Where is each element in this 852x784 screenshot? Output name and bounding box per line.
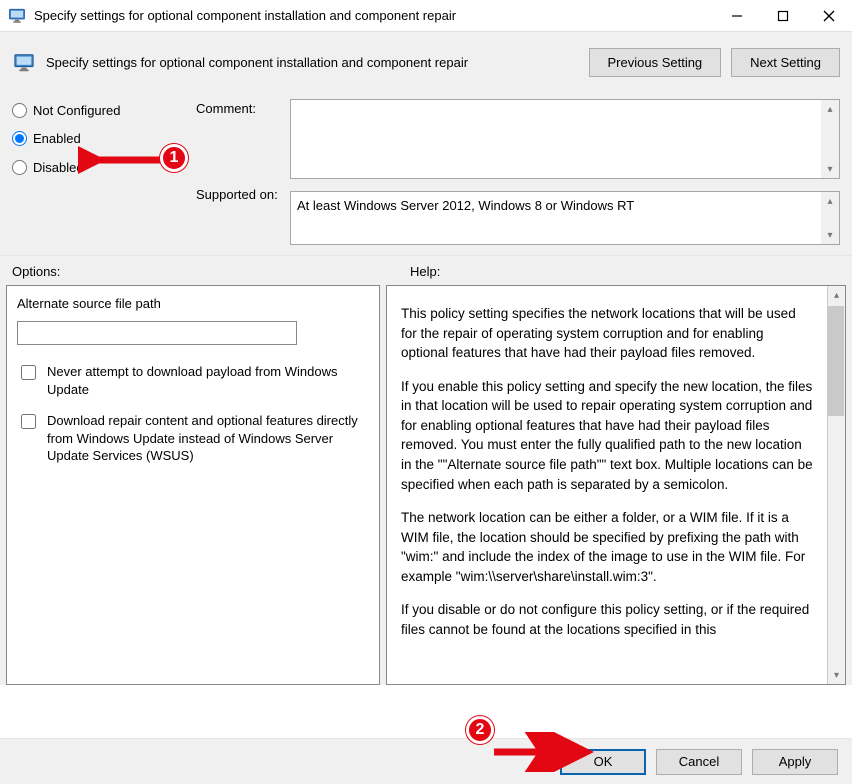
radio-disabled-label: Disabled — [33, 160, 84, 175]
alternate-path-label: Alternate source file path — [17, 296, 369, 311]
scroll-up-icon[interactable]: ▴ — [821, 100, 839, 118]
radio-not-configured-label: Not Configured — [33, 103, 120, 118]
titlebar: Specify settings for optional component … — [0, 0, 852, 32]
window-title: Specify settings for optional component … — [34, 8, 714, 23]
help-section-label: Help: — [382, 264, 840, 279]
maximize-button[interactable] — [760, 0, 806, 31]
comment-label: Comment: — [196, 99, 286, 116]
scroll-up-icon[interactable]: ▴ — [828, 286, 846, 304]
minimize-button[interactable] — [714, 0, 760, 31]
comment-scrollbar[interactable]: ▴ ▾ — [821, 100, 839, 178]
section-labels: Options: Help: — [0, 256, 852, 285]
alternate-path-input[interactable] — [17, 321, 297, 345]
ok-button[interactable]: OK — [560, 749, 646, 775]
supported-on-field: At least Windows Server 2012, Windows 8 … — [290, 191, 840, 245]
radio-enabled-label: Enabled — [33, 131, 81, 146]
scroll-down-icon[interactable]: ▾ — [821, 160, 839, 178]
scroll-up-icon[interactable]: ▴ — [821, 192, 839, 210]
radio-not-configured[interactable]: Not Configured — [12, 99, 192, 121]
scroll-down-icon[interactable]: ▾ — [821, 226, 839, 244]
checkbox-never-wu-label: Never attempt to download payload from W… — [47, 363, 369, 398]
checkbox-direct-wu-label: Download repair content and optional fea… — [47, 412, 369, 465]
comment-textarea[interactable] — [291, 100, 821, 178]
help-scrollbar[interactable]: ▴ ▾ — [827, 286, 845, 684]
policy-icon — [8, 7, 26, 25]
radio-disabled-input[interactable] — [12, 160, 27, 175]
scroll-down-icon[interactable]: ▾ — [828, 666, 846, 684]
footer-buttons: OK Cancel Apply — [0, 738, 852, 784]
window-controls — [714, 0, 852, 31]
checkbox-never-wu[interactable] — [21, 365, 36, 380]
options-section-label: Options: — [12, 264, 382, 279]
help-panel: This policy setting specifies the networ… — [386, 285, 846, 685]
help-paragraph: This policy setting specifies the networ… — [401, 304, 813, 363]
comment-field[interactable]: ▴ ▾ — [290, 99, 840, 179]
policy-title: Specify settings for optional component … — [46, 55, 579, 70]
options-panel: Alternate source file path Never attempt… — [6, 285, 380, 685]
help-text: This policy setting specifies the networ… — [387, 286, 827, 684]
radio-enabled-input[interactable] — [12, 131, 27, 146]
apply-button[interactable]: Apply — [752, 749, 838, 775]
supported-on-value: At least Windows Server 2012, Windows 8 … — [291, 192, 821, 244]
radio-enabled[interactable]: Enabled — [12, 128, 192, 150]
close-button[interactable] — [806, 0, 852, 31]
cancel-button[interactable]: Cancel — [656, 749, 742, 775]
scrollbar-thumb[interactable] — [828, 306, 844, 416]
supported-on-label: Supported on: — [196, 185, 286, 202]
checkbox-direct-wu[interactable] — [21, 414, 36, 429]
radio-not-configured-input[interactable] — [12, 103, 27, 118]
next-setting-button[interactable]: Next Setting — [731, 48, 840, 77]
help-paragraph: If you enable this policy setting and sp… — [401, 377, 813, 494]
previous-setting-button[interactable]: Previous Setting — [589, 48, 722, 77]
supported-scrollbar[interactable]: ▴ ▾ — [821, 192, 839, 244]
panels: Alternate source file path Never attempt… — [0, 285, 852, 685]
radio-disabled[interactable]: Disabled — [12, 156, 192, 178]
help-paragraph: If you disable or do not configure this … — [401, 600, 813, 639]
policy-icon-large — [12, 51, 36, 75]
help-paragraph: The network location can be either a fol… — [401, 508, 813, 586]
header-area: Specify settings for optional component … — [0, 32, 852, 256]
